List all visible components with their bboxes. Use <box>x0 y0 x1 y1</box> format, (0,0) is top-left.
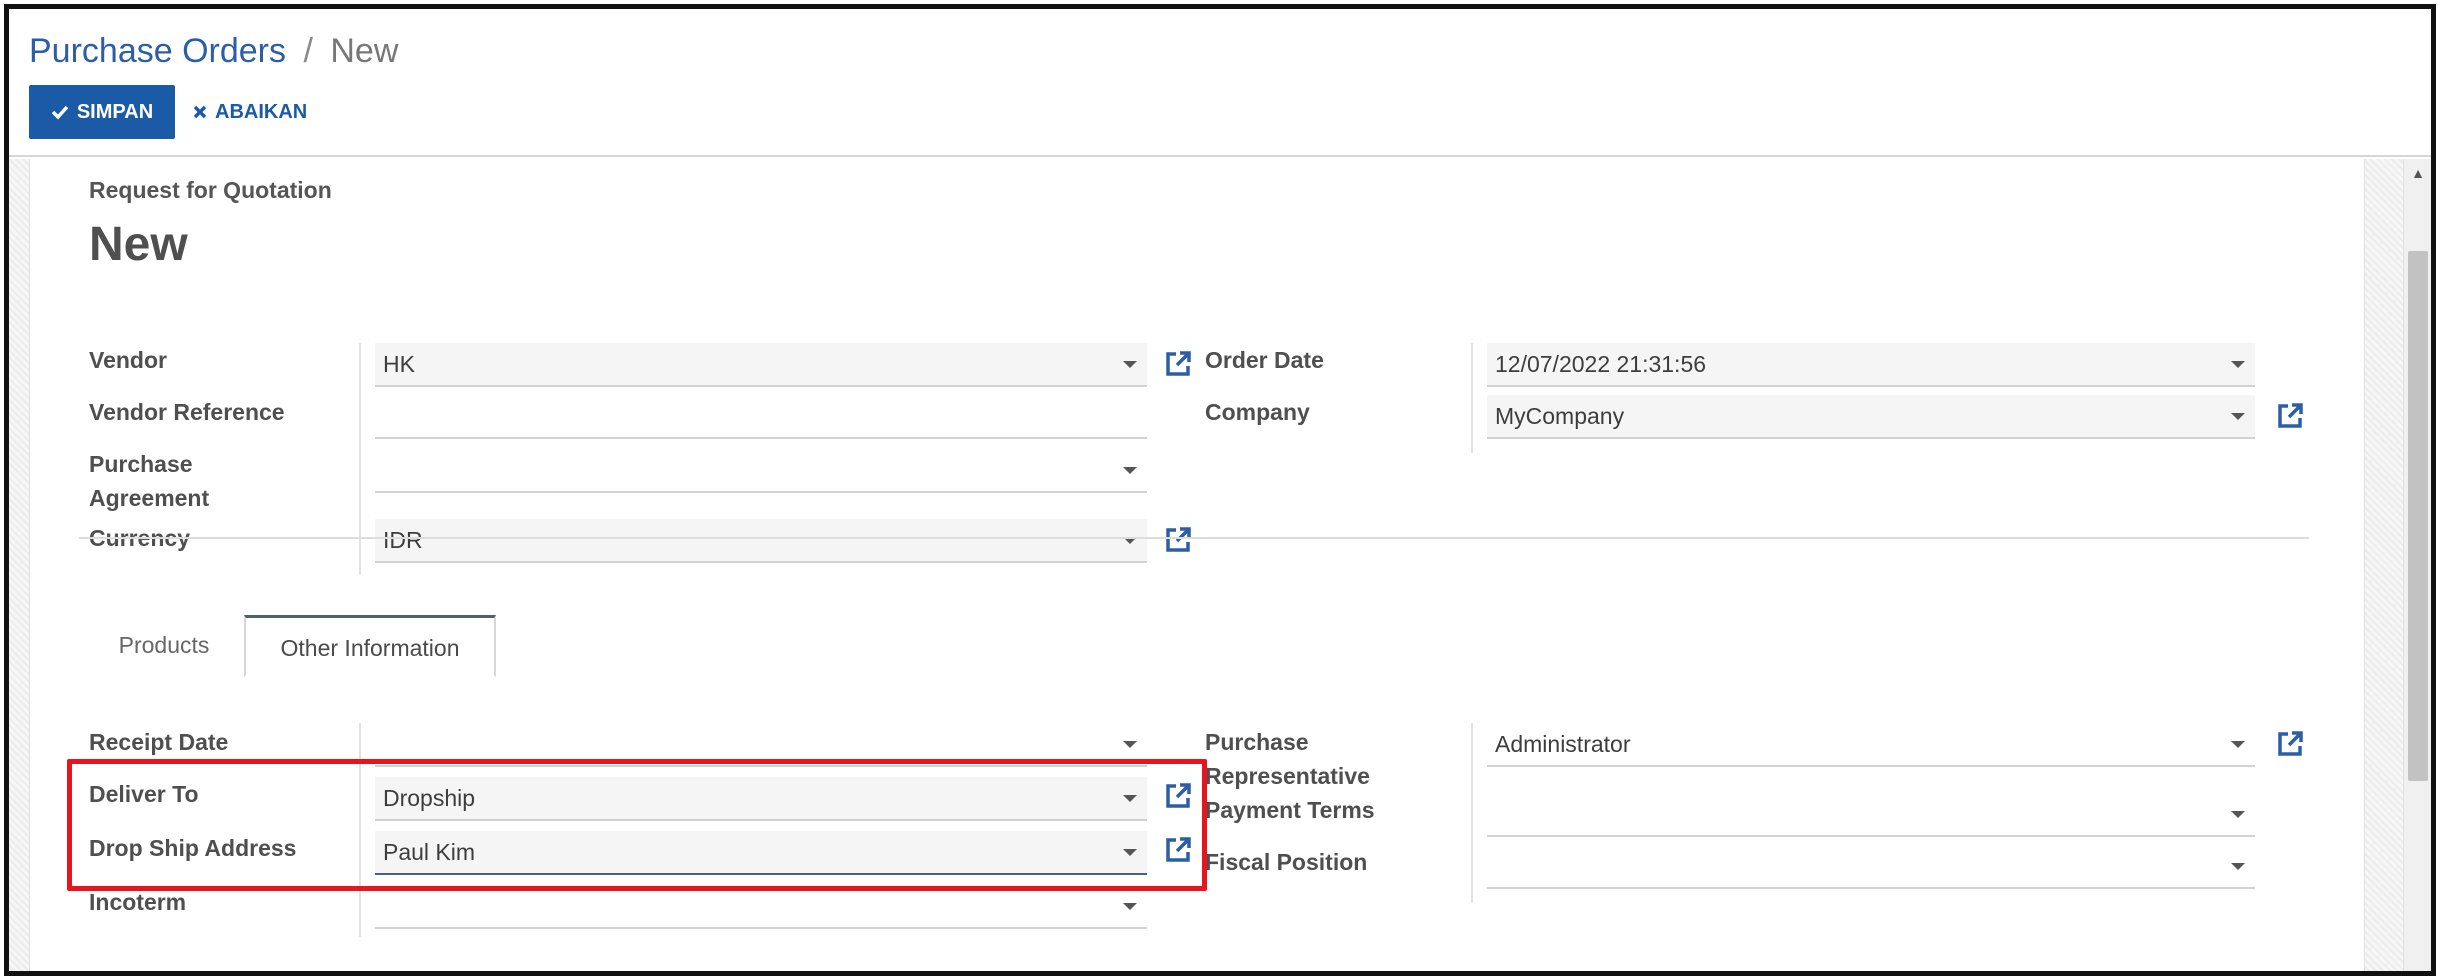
external-link-icon[interactable] <box>1163 525 1193 555</box>
document-title: New <box>89 218 188 271</box>
company-label: Company <box>1205 399 1310 425</box>
caret-down-icon[interactable] <box>1123 903 1137 910</box>
close-icon <box>193 105 207 119</box>
order-date-field[interactable]: 12/07/2022 21:31:56 <box>1487 343 2255 387</box>
incoterm-label: Incoterm <box>89 889 187 915</box>
vendor-field[interactable]: HK <box>375 343 1147 387</box>
external-link-icon[interactable] <box>1163 781 1193 811</box>
column-divider <box>1471 343 1473 453</box>
purchase-agreement-label-1: Purchase <box>89 451 193 477</box>
external-link-icon[interactable] <box>2275 401 2305 431</box>
deliver-to-field[interactable]: Dropship <box>375 777 1147 821</box>
save-button-label: SIMPAN <box>76 100 154 123</box>
app-frame: Purchase Orders / New SIMPAN ABAIKAN ▲ R… <box>4 4 2436 976</box>
fiscal-position-label: Fiscal Position <box>1205 849 1368 875</box>
purchase-representative-label-1: Purchase <box>1205 729 1309 755</box>
receipt-date-field[interactable] <box>375 723 1147 767</box>
payment-terms-label: Payment Terms <box>1205 797 1375 823</box>
receipt-date-label: Receipt Date <box>89 729 229 755</box>
purchase-representative-field[interactable]: Administrator <box>1487 723 2255 767</box>
caret-down-icon[interactable] <box>1123 741 1137 748</box>
check-icon <box>51 105 69 120</box>
deliver-to-label: Deliver To <box>89 781 199 807</box>
external-link-icon[interactable] <box>1163 349 1193 379</box>
vendor-reference-label: Vendor Reference <box>89 399 285 425</box>
caret-down-icon[interactable] <box>1123 467 1137 474</box>
drop-ship-address-value: Paul Kim <box>383 838 476 865</box>
caret-down-icon[interactable] <box>2231 361 2245 368</box>
caret-down-icon[interactable] <box>1123 849 1137 856</box>
breadcrumb-current: New <box>330 32 399 70</box>
caret-down-icon[interactable] <box>1123 361 1137 368</box>
caret-down-icon[interactable] <box>2231 741 2245 748</box>
deliver-to-value: Dropship <box>383 784 476 811</box>
external-link-icon[interactable] <box>1163 835 1193 865</box>
tab-other-information[interactable]: Other Information <box>244 615 496 677</box>
fiscal-position-field[interactable] <box>1487 845 2255 889</box>
scroll-thumb[interactable] <box>2408 251 2428 781</box>
purchase-representative-label-2: Representative <box>1205 763 1370 789</box>
drop-ship-address-field[interactable]: Paul Kim <box>375 831 1147 875</box>
breadcrumb-purchase-orders[interactable]: Purchase Orders <box>29 32 286 70</box>
save-button[interactable]: SIMPAN <box>29 85 175 139</box>
breadcrumb-separator: / <box>303 32 313 70</box>
vendor-label: Vendor <box>89 347 167 373</box>
caret-down-icon[interactable] <box>1123 795 1137 802</box>
tabs-baseline <box>79 537 2309 539</box>
scrollbar[interactable]: ▲ <box>2403 159 2431 971</box>
control-panel: Purchase Orders / New SIMPAN ABAIKAN <box>9 9 2431 157</box>
company-value: MyCompany <box>1495 402 1625 429</box>
purchase-agreement-field[interactable] <box>375 449 1147 493</box>
tab-products[interactable]: Products <box>89 615 239 675</box>
caret-down-icon[interactable] <box>2231 413 2245 420</box>
discard-button[interactable]: ABAIKAN <box>193 85 307 139</box>
currency-value: IDR <box>383 526 423 553</box>
discard-button-label: ABAIKAN <box>215 100 308 123</box>
caret-down-icon[interactable] <box>2231 811 2245 818</box>
caret-down-icon[interactable] <box>2231 863 2245 870</box>
company-field[interactable]: MyCompany <box>1487 395 2255 439</box>
scroll-up-arrow-icon[interactable]: ▲ <box>2404 165 2431 181</box>
vendor-value: HK <box>383 350 415 377</box>
column-divider <box>1471 723 1473 903</box>
incoterm-field[interactable] <box>375 885 1147 929</box>
currency-field[interactable]: IDR <box>375 519 1147 563</box>
document-subtitle: Request for Quotation <box>89 177 332 203</box>
column-divider <box>359 343 361 575</box>
order-date-label: Order Date <box>1205 347 1324 373</box>
purchase-representative-value: Administrator <box>1495 730 1631 757</box>
order-date-value: 12/07/2022 21:31:56 <box>1495 350 1707 377</box>
vendor-reference-input[interactable] <box>375 395 1147 439</box>
payment-terms-field[interactable] <box>1487 793 2255 837</box>
column-divider <box>359 723 361 937</box>
purchase-agreement-label-2: Agreement <box>89 485 210 511</box>
drop-ship-address-label: Drop Ship Address <box>89 835 297 861</box>
external-link-icon[interactable] <box>2275 729 2305 759</box>
breadcrumb: Purchase Orders / New <box>29 29 398 73</box>
